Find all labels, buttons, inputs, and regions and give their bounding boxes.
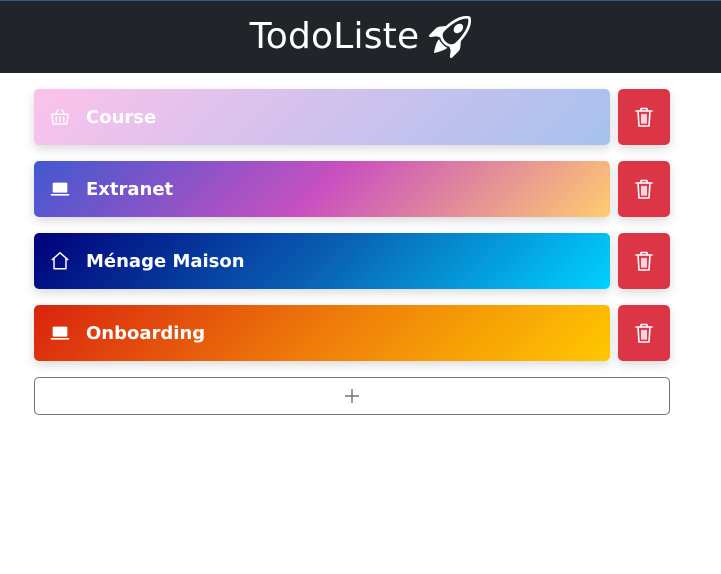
laptop-icon [49,322,71,344]
todo-list-row: Extranet [34,161,670,217]
brand[interactable]: TodoListe [250,16,472,58]
todo-list-label: Onboarding [86,322,206,344]
todo-list-row: Onboarding [34,305,670,361]
todo-list-label: Ménage Maison [86,250,245,272]
todo-list-card[interactable]: Ménage Maison [34,233,610,289]
add-list-button[interactable] [34,377,670,415]
todo-list-row: Ménage Maison [34,233,670,289]
house-icon [49,250,71,272]
basket-icon [49,106,71,128]
todo-list-label: Extranet [86,178,174,200]
trash-icon [635,107,653,127]
laptop-icon [49,178,71,200]
todo-lists: Course Extranet Ménage Maison Onboarding [34,89,670,377]
delete-list-button[interactable] [618,89,670,145]
rocket-icon [429,16,472,58]
trash-icon [635,179,653,199]
todo-list-card[interactable]: Onboarding [34,305,610,361]
navbar: TodoListe [0,0,721,73]
todo-list-card[interactable]: Extranet [34,161,610,217]
delete-list-button[interactable] [618,305,670,361]
delete-list-button[interactable] [618,233,670,289]
app-title: TodoListe [249,16,420,57]
trash-icon [635,251,653,271]
delete-list-button[interactable] [618,161,670,217]
trash-icon [635,323,653,343]
todo-list-card[interactable]: Course [34,89,610,145]
plus-icon [345,389,359,403]
todo-list-label: Course [86,106,157,128]
todo-list-row: Course [34,89,670,145]
